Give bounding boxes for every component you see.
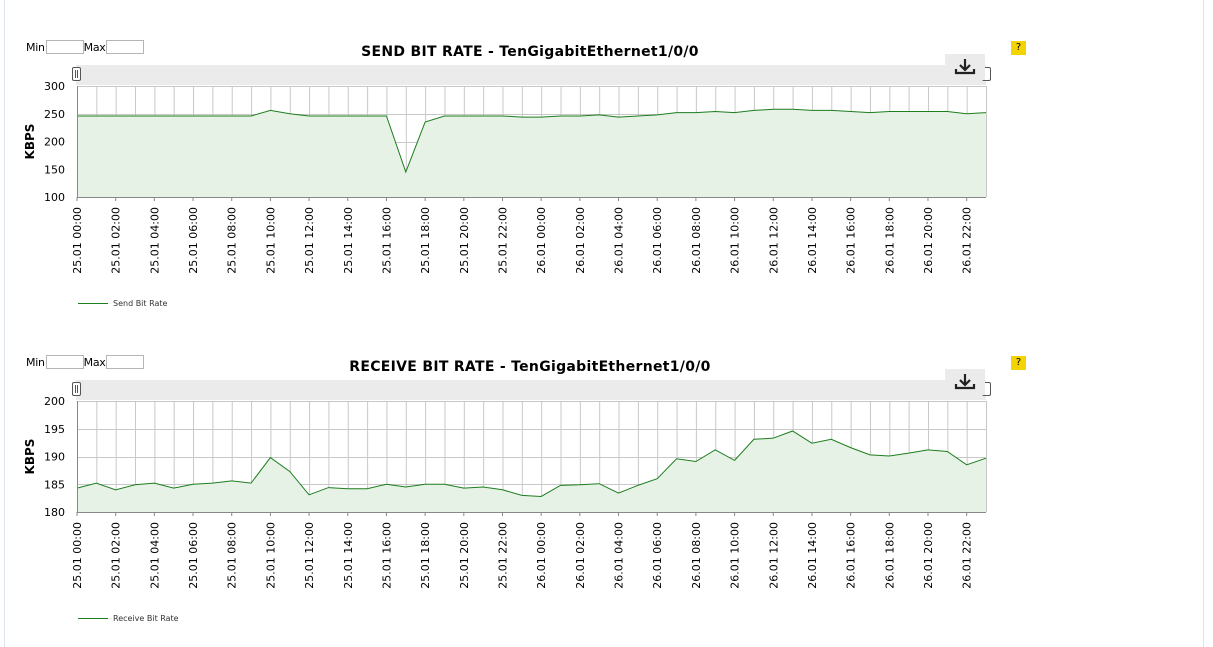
x-tick-label: 25.01 12:00: [303, 522, 316, 589]
x-tick-label: 26.01 04:00: [613, 207, 626, 274]
x-tick-label: 25.01 06:00: [187, 522, 200, 589]
x-tick-label: 25.01 08:00: [226, 522, 239, 589]
legend-label: Receive Bit Rate: [113, 614, 179, 623]
x-tick-label: 25.01 16:00: [380, 207, 393, 274]
y-tick-label: 185: [44, 478, 65, 491]
y-axis-label: KBPS: [23, 439, 37, 475]
x-tick-label: 26.01 02:00: [574, 207, 587, 274]
x-tick-label: 26.01 14:00: [806, 522, 819, 589]
x-tick-label: 26.01 08:00: [690, 207, 703, 274]
legend: Send Bit Rate: [78, 299, 167, 308]
y-tick-label: 250: [44, 108, 65, 121]
x-tick-label: 25.01 22:00: [496, 207, 509, 274]
x-tick-label: 25.01 14:00: [342, 207, 355, 274]
legend-swatch: [78, 618, 108, 619]
y-tick-label: 180: [44, 506, 65, 519]
x-tick-label: 25.01 04:00: [148, 522, 161, 589]
x-tick-label: 26.01 04:00: [613, 522, 626, 589]
x-tick-label: 26.01 12:00: [767, 522, 780, 589]
x-tick-label: 25.01 02:00: [110, 207, 123, 274]
x-tick-label: 26.01 02:00: [574, 522, 587, 589]
x-tick-label: 25.01 14:00: [342, 522, 355, 589]
series-area: [77, 109, 986, 197]
x-tick-label: 25.01 18:00: [419, 207, 432, 274]
x-tick-label: 25.01 08:00: [226, 207, 239, 274]
y-tick-label: 100: [44, 191, 65, 204]
x-tick-label: 25.01 10:00: [264, 207, 277, 274]
x-tick-label: 26.01 18:00: [883, 522, 896, 589]
x-tick-label: 25.01 06:00: [187, 207, 200, 274]
x-tick-label: 25.01 18:00: [419, 522, 432, 589]
x-tick-label: 26.01 22:00: [961, 522, 974, 589]
x-tick-label: 25.01 20:00: [458, 522, 471, 589]
x-tick-label: 25.01 00:00: [71, 207, 84, 274]
x-tick-label: 25.01 00:00: [71, 522, 84, 589]
y-tick-label: 190: [44, 451, 65, 464]
y-tick-label: 195: [44, 423, 65, 436]
legend-label: Send Bit Rate: [113, 299, 168, 308]
x-tick-label: 26.01 20:00: [922, 207, 935, 274]
x-tick-label: 26.01 08:00: [690, 522, 703, 589]
x-tick-label: 26.01 14:00: [806, 207, 819, 274]
x-tick-label: 25.01 16:00: [380, 522, 393, 589]
x-tick-label: 26.01 00:00: [535, 522, 548, 589]
x-tick-label: 26.01 10:00: [729, 207, 742, 274]
x-tick-label: 25.01 22:00: [496, 522, 509, 589]
send-bit-rate-panel: Min Max SEND BIT RATE - TenGigabitEthern…: [0, 0, 1213, 308]
legend-swatch: [78, 303, 108, 304]
y-tick-label: 150: [44, 163, 65, 176]
x-tick-label: 26.01 18:00: [883, 207, 896, 274]
receive-bit-rate-chart: 180 185 190 195 200 KBPS 25.01 00:00 25.01 02:0…: [23, 395, 987, 589]
x-tick-label: 26.01 12:00: [767, 207, 780, 274]
x-tick-label: 26.01 00:00: [535, 207, 548, 274]
x-tick-label: 26.01 06:00: [651, 522, 664, 589]
x-tick-label: 26.01 22:00: [961, 207, 974, 274]
x-tick-label: 25.01 10:00: [264, 522, 277, 589]
y-axis-label: KBPS: [23, 124, 37, 160]
y-tick-label: 200: [44, 395, 65, 408]
x-tick-label: 26.01 10:00: [729, 522, 742, 589]
x-tick-label: 26.01 20:00: [922, 522, 935, 589]
legend: Receive Bit Rate: [78, 614, 179, 623]
x-tick-label: 26.01 06:00: [651, 207, 664, 274]
x-tick-label: 25.01 20:00: [458, 207, 471, 274]
x-tick-label: 25.01 12:00: [303, 207, 316, 274]
x-tick-label: 26.01 16:00: [845, 522, 858, 589]
x-tick-label: 25.01 04:00: [148, 207, 161, 274]
y-tick-label: 200: [44, 136, 65, 149]
send-bit-rate-chart: 100 150 200 250 300 KBPS 25.01 00:00 25.01 02:0…: [23, 80, 987, 274]
x-tick-label: 26.01 16:00: [845, 207, 858, 274]
y-tick-label: 300: [44, 80, 65, 93]
x-tick-label: 25.01 02:00: [110, 522, 123, 589]
receive-bit-rate-panel: Min Max RECEIVE BIT RATE - TenGigabitEth…: [0, 315, 1213, 623]
